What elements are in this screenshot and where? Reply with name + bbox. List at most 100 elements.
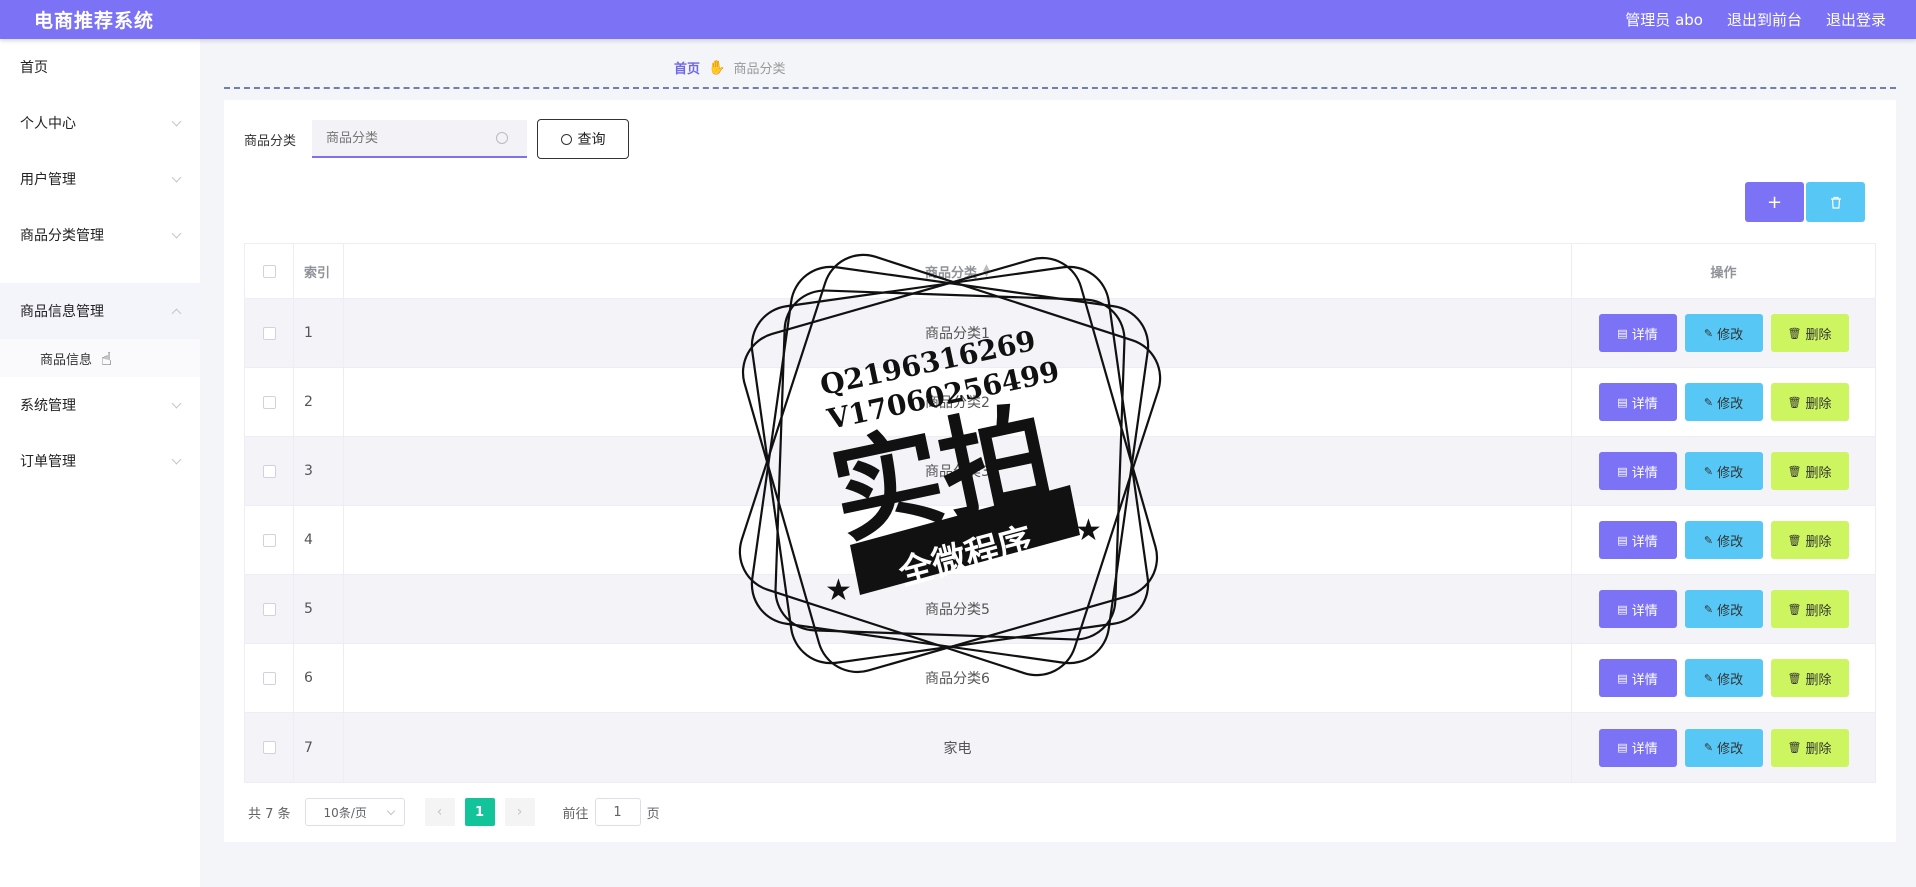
row-checkbox[interactable] <box>262 671 276 685</box>
row-index: 3 <box>294 437 344 505</box>
row-checkbox[interactable] <box>262 395 276 409</box>
chevron-down-icon <box>171 228 182 238</box>
row-index: 5 <box>294 575 344 643</box>
sidebar-item-product-info-management[interactable]: 商品信息管理 <box>0 283 200 339</box>
sidebar-item-label: 用户管理 <box>20 172 76 188</box>
document-icon: ▤ <box>1617 464 1628 478</box>
table-row: 6 商品分类6 ▤ 详情 ✎ 修改 🗑 删除 <box>245 644 1875 713</box>
logout-link[interactable]: 退出登录 <box>1826 9 1886 30</box>
search-field[interactable] <box>312 120 527 158</box>
edit-button[interactable]: ✎ 修改 <box>1684 314 1763 352</box>
sidebar-subitem-label: 商品信息 <box>40 352 93 368</box>
batch-delete-button[interactable] <box>1806 182 1865 222</box>
sidebar-item-label: 订单管理 <box>20 454 76 470</box>
pencil-icon: ✎ <box>1703 464 1714 478</box>
page-number-button[interactable]: 1 <box>464 798 495 826</box>
breadcrumb-home[interactable]: 首页 <box>674 58 700 77</box>
trash-icon: 🗑 <box>1787 533 1802 547</box>
row-check-cell <box>245 299 294 367</box>
detail-button[interactable]: ▤ 详情 <box>1598 728 1677 767</box>
delete-button-label: 删除 <box>1805 742 1832 757</box>
sidebar-item-user-management[interactable]: 用户管理 <box>0 151 200 207</box>
detail-button[interactable]: ▤ 详情 <box>1598 521 1677 559</box>
sidebar-item-category-management[interactable]: 商品分类管理 <box>0 207 200 263</box>
row-checkbox[interactable] <box>262 533 276 547</box>
detail-button[interactable]: ▤ 详情 <box>1598 659 1677 697</box>
exit-to-frontend-link[interactable]: 退出到前台 <box>1727 9 1802 30</box>
page-size-select[interactable]: 10条/页 <box>304 798 405 826</box>
admin-user-label[interactable]: 管理员 abo <box>1625 9 1703 30</box>
edit-button-label: 修改 <box>1717 327 1744 343</box>
chevron-down-icon <box>171 172 182 182</box>
pencil-icon: ✎ <box>1703 741 1714 754</box>
row-check-cell <box>245 575 294 643</box>
edit-button[interactable]: ✎ 修改 <box>1684 728 1763 767</box>
delete-button[interactable]: 🗑 删除 <box>1770 521 1849 559</box>
next-page-button[interactable]: › <box>504 798 535 826</box>
delete-button[interactable]: 🗑 删除 <box>1770 383 1849 421</box>
table-body: 1 商品分类1 ▤ 详情 ✎ 修改 🗑 删除 2 商品分类2 ▤ 详情 ✎ 修改 🗑 删除 3 商品分类3 ▤ 详情 ✎… <box>245 299 1875 782</box>
header-name[interactable]: 商品分类 ▲ ▼ <box>344 244 1572 298</box>
edit-button-label: 修改 <box>1717 465 1744 481</box>
edit-button[interactable]: ✎ 修改 <box>1684 521 1763 559</box>
delete-button-label: 删除 <box>1805 327 1832 343</box>
sidebar-item-order-management[interactable]: 订单管理 <box>0 433 200 489</box>
search-input[interactable] <box>326 130 496 146</box>
row-category-name: 商品分类6 <box>344 644 1572 712</box>
chevron-right-icon: › <box>516 804 523 820</box>
header-actions: 操作 <box>1710 265 1737 281</box>
row-actions: ▤ 详情 ✎ 修改 🗑 删除 <box>1572 644 1875 712</box>
sidebar-item-system-management[interactable]: 系统管理 <box>0 377 200 433</box>
hand-icon: ✋ <box>708 59 726 76</box>
row-check-cell <box>245 644 294 712</box>
edit-button[interactable]: ✎ 修改 <box>1684 659 1763 697</box>
detail-button-label: 详情 <box>1631 603 1658 619</box>
edit-button-label: 修改 <box>1717 672 1744 688</box>
sidebar-item-personal-center[interactable]: 个人中心 <box>0 95 200 151</box>
pencil-icon: ✎ <box>1703 395 1714 409</box>
row-checkbox[interactable] <box>262 326 276 340</box>
edit-button[interactable]: ✎ 修改 <box>1684 383 1763 421</box>
row-actions: ▤ 详情 ✎ 修改 🗑 删除 <box>1572 299 1875 367</box>
sidebar-item-label: 商品分类管理 <box>20 228 104 244</box>
trash-icon: 🗑 <box>1787 671 1802 685</box>
add-button[interactable]: + <box>1745 182 1804 222</box>
delete-button[interactable]: 🗑 删除 <box>1770 590 1849 628</box>
sidebar: 首页 个人中心 用户管理 商品分类管理 商品信息管理 商品信息 系统管理 订单管… <box>0 39 200 887</box>
prev-page-button[interactable]: ‹ <box>424 798 455 826</box>
delete-button[interactable]: 🗑 删除 <box>1770 452 1849 490</box>
delete-button-label: 删除 <box>1805 603 1832 619</box>
row-checkbox[interactable] <box>262 741 276 754</box>
chevron-down-icon <box>171 454 182 464</box>
row-check-cell <box>245 506 294 574</box>
delete-button[interactable]: 🗑 删除 <box>1770 728 1849 767</box>
detail-button[interactable]: ▤ 详情 <box>1598 452 1677 490</box>
edit-button[interactable]: ✎ 修改 <box>1684 590 1763 628</box>
pencil-icon: ✎ <box>1703 326 1714 340</box>
goto-page-input[interactable]: 1 <box>594 798 641 826</box>
detail-button-label: 详情 <box>1631 672 1658 688</box>
sort-icon[interactable]: ▲ ▼ <box>983 264 990 279</box>
delete-button[interactable]: 🗑 删除 <box>1770 659 1849 697</box>
delete-button[interactable]: 🗑 删除 <box>1770 314 1849 352</box>
query-button[interactable]: 查询 <box>537 119 629 159</box>
document-icon: ▤ <box>1617 671 1628 685</box>
search-icon <box>560 133 572 145</box>
pencil-icon: ✎ <box>1703 533 1714 547</box>
sidebar-item-label: 商品信息管理 <box>20 304 104 320</box>
sidebar-subitem-product-info[interactable]: 商品信息 <box>0 339 200 377</box>
detail-button[interactable]: ▤ 详情 <box>1598 314 1677 352</box>
search-icon <box>496 132 508 144</box>
row-checkbox[interactable] <box>262 464 276 478</box>
trash-icon: 🗑 <box>1787 741 1802 754</box>
goto-suffix: 页 <box>646 806 660 822</box>
delete-button-label: 删除 <box>1805 534 1832 550</box>
detail-button[interactable]: ▤ 详情 <box>1598 383 1677 421</box>
header-name-label: 商品分类 <box>925 265 978 281</box>
sidebar-item-home[interactable]: 首页 <box>0 39 200 95</box>
select-all-checkbox[interactable] <box>262 264 276 278</box>
row-checkbox[interactable] <box>262 602 276 616</box>
detail-button[interactable]: ▤ 详情 <box>1598 590 1677 628</box>
edit-button[interactable]: ✎ 修改 <box>1684 452 1763 490</box>
plus-icon: + <box>1766 191 1783 213</box>
